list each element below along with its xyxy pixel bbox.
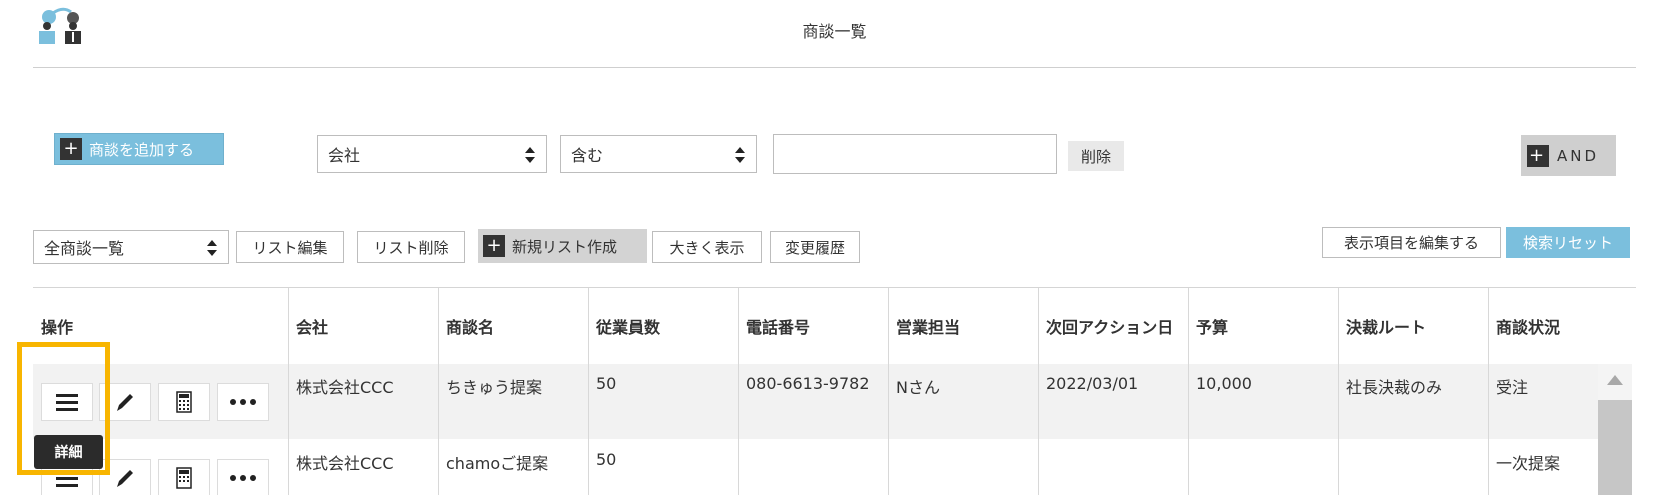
select-arrows-icon — [525, 147, 535, 163]
edit-columns-button[interactable]: 表示項目を編集する — [1322, 227, 1501, 258]
select-arrows-icon — [735, 147, 745, 163]
filter-operator-value: 含む — [571, 146, 604, 165]
add-deal-label: 商談を追加する — [89, 140, 195, 159]
column-divider — [1488, 288, 1489, 495]
edit-list-button[interactable]: リスト編集 — [236, 231, 344, 263]
column-divider — [438, 288, 439, 495]
column-divider — [1338, 288, 1339, 495]
history-button[interactable]: 変更履歴 — [770, 231, 860, 263]
filter-operator-select[interactable]: 含む — [560, 135, 757, 173]
vertical-scrollbar-thumb[interactable] — [1598, 400, 1632, 495]
select-arrows-icon — [207, 240, 217, 256]
table-top-border — [33, 287, 1636, 288]
add-deal-button[interactable]: + 商談を追加する — [54, 133, 224, 165]
cell-next-action: 2022/03/01 — [1046, 374, 1139, 393]
column-header-status[interactable]: 商談状況 — [1496, 314, 1560, 338]
new-list-button[interactable]: + 新規リスト作成 — [478, 229, 647, 263]
column-divider — [738, 288, 739, 495]
plus-icon: + — [483, 235, 505, 257]
column-header-approval-route[interactable]: 決裁ルート — [1346, 314, 1426, 338]
column-header-phone[interactable]: 電話番号 — [746, 314, 810, 338]
cell-budget: 10,000 — [1196, 374, 1252, 393]
new-list-label: 新規リスト作成 — [512, 237, 618, 256]
delete-list-button[interactable]: リスト削除 — [357, 231, 465, 263]
detail-tooltip: 詳細 — [34, 435, 103, 469]
large-view-button[interactable]: 大きく表示 — [652, 231, 762, 263]
calculator-icon — [176, 391, 192, 413]
cell-status: 一次提案 — [1496, 454, 1561, 473]
cell-employees: 50 — [596, 450, 617, 469]
column-header-next-action[interactable]: 次回アクション日 — [1046, 314, 1186, 338]
plus-icon: + — [60, 138, 82, 160]
more-icon — [230, 475, 256, 481]
filter-value-input[interactable] — [773, 134, 1057, 174]
pencil-icon — [117, 470, 133, 487]
calculator-icon — [176, 467, 192, 489]
cell-sales-rep: Nさん — [896, 378, 940, 397]
header-divider — [33, 67, 1636, 68]
scroll-up-icon[interactable] — [1605, 373, 1625, 387]
more-button[interactable] — [217, 383, 269, 421]
calculate-button[interactable] — [158, 383, 210, 421]
column-header-company[interactable]: 会社 — [296, 314, 328, 338]
and-condition-button[interactable]: + AND — [1521, 135, 1616, 176]
column-header-actions[interactable]: 操作 — [41, 314, 73, 338]
more-button[interactable] — [217, 459, 269, 495]
search-reset-button[interactable]: 検索リセット — [1506, 227, 1630, 258]
cell-phone: 080-6613-9782 — [746, 374, 870, 393]
cell-employees: 50 — [596, 374, 617, 393]
list-select[interactable]: 全商談一覧 — [33, 230, 229, 264]
cell-approval-route: 社長決裁のみ — [1346, 378, 1443, 397]
column-header-sales-rep[interactable]: 営業担当 — [896, 314, 960, 338]
more-icon — [230, 399, 256, 405]
column-divider — [1038, 288, 1039, 495]
and-label: AND — [1557, 146, 1600, 165]
column-header-deal-name[interactable]: 商談名 — [446, 314, 494, 338]
calculate-button[interactable] — [158, 459, 210, 495]
pencil-icon — [117, 394, 133, 411]
page-title: 商談一覧 — [802, 22, 867, 41]
filter-delete-button[interactable]: 削除 — [1068, 141, 1124, 171]
column-divider — [588, 288, 589, 495]
cell-status: 受注 — [1496, 378, 1529, 397]
filter-field-select[interactable]: 会社 — [317, 135, 547, 173]
cell-deal-name[interactable]: chamoご提案 — [446, 450, 548, 474]
filter-field-value: 会社 — [328, 146, 361, 165]
column-divider — [288, 288, 289, 495]
column-divider — [1188, 288, 1189, 495]
plus-icon: + — [1527, 144, 1549, 167]
cell-company[interactable]: 株式会社CCC — [296, 374, 394, 398]
column-header-budget[interactable]: 予算 — [1196, 314, 1228, 338]
cell-deal-name[interactable]: ちきゅう提案 — [446, 374, 542, 398]
column-divider — [888, 288, 889, 495]
column-header-employees[interactable]: 従業員数 — [596, 314, 660, 338]
cell-company[interactable]: 株式会社CCC — [296, 450, 394, 474]
list-select-value: 全商談一覧 — [44, 239, 125, 258]
